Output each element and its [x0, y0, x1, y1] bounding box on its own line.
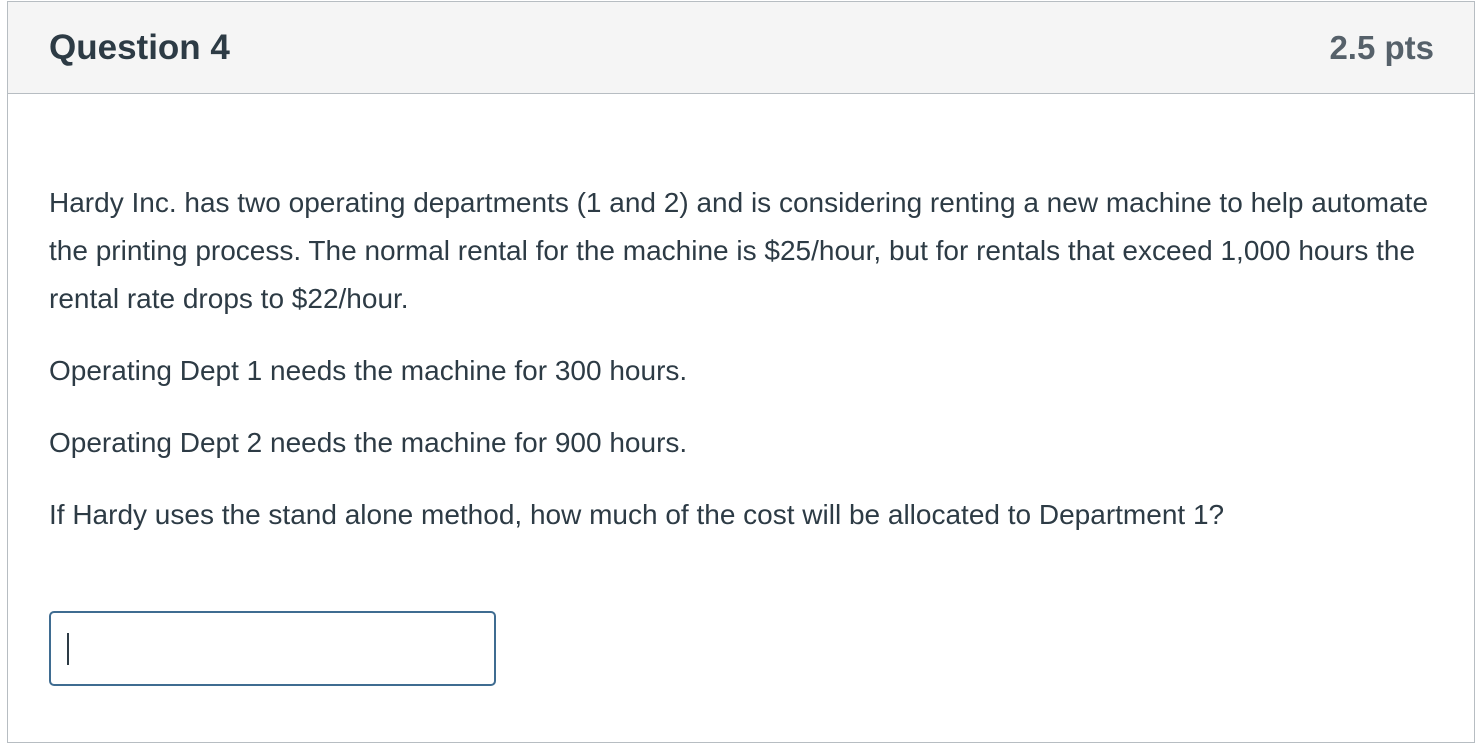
answer-wrap — [49, 611, 496, 686]
question-paragraph: If Hardy uses the stand alone method, ho… — [49, 499, 1225, 530]
question-body: Hardy Inc. has two operating departments… — [8, 94, 1474, 686]
question-header: Question 4 2.5 pts — [8, 2, 1474, 94]
question-points: 2.5 pts — [1329, 28, 1434, 66]
answer-area — [49, 611, 1433, 686]
answer-input[interactable] — [49, 611, 496, 686]
question-card: Question 4 2.5 pts Hardy Inc. has two op… — [7, 1, 1475, 743]
question-paragraph: Hardy Inc. has two operating departments… — [49, 187, 1429, 314]
question-text: Hardy Inc. has two operating departments… — [49, 179, 1433, 539]
question-title: Question 4 — [49, 27, 230, 67]
question-paragraph: Operating Dept 2 needs the machine for 9… — [49, 427, 688, 458]
question-paragraph: Operating Dept 1 needs the machine for 3… — [49, 355, 688, 386]
text-cursor — [67, 633, 69, 665]
